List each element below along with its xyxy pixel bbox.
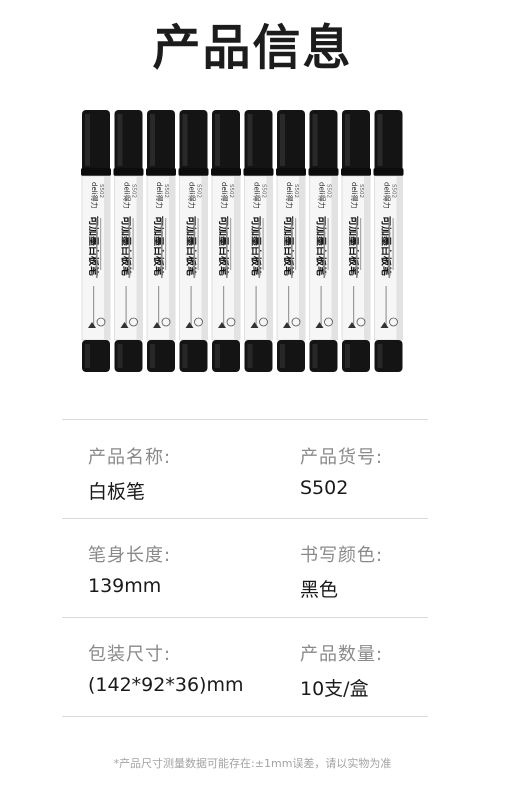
spec-product-name: 产品名称: 白板笔 [88,443,171,504]
footnote: *产品尺寸测量数据可能存在:±1mm误差，请以实物为准 [113,757,392,770]
spec-label: 产品名称: [88,447,172,468]
spec-value: (142*92*36)mm [88,674,244,696]
svg-text:deli得力: deli得力 [90,182,99,209]
spec-value: S502 [300,477,349,499]
spec-label: 产品数量: [300,644,384,665]
svg-text:可加墨白板笔: 可加墨白板笔 [120,216,133,276]
marker-pen: deli得力 S502 可加墨白板笔 [81,110,111,372]
divider [62,617,428,618]
marker-pen: deli得力 S502 可加墨白板笔 [211,110,241,372]
svg-text:S502: S502 [293,184,299,198]
spec-value: 黑色 [300,579,339,601]
svg-text:可加墨白板笔: 可加墨白板笔 [347,216,360,276]
svg-text:deli得力: deli得力 [220,182,229,209]
svg-text:deli得力: deli得力 [350,182,359,209]
svg-text:deli得力: deli得力 [188,182,197,209]
svg-text:S502: S502 [261,184,267,198]
spec-ink-color: 书写颜色: 黑色 [300,541,383,602]
spec-item-number: 产品货号: S502 [300,443,383,499]
svg-text:可加墨白板笔: 可加墨白板笔 [87,216,100,276]
svg-text:deli得力: deli得力 [123,182,132,209]
spec-quantity: 产品数量: 10支/盒 [300,640,383,701]
svg-text:S502: S502 [228,184,234,198]
spec-label: 产品货号: [300,447,384,468]
svg-text:可加墨白板笔: 可加墨白板笔 [152,216,165,276]
svg-text:S502: S502 [131,184,137,198]
marker-pen: deli得力 S502 可加墨白板笔 [373,110,404,372]
spec-value: 10支/盒 [300,678,369,700]
spec-pen-length: 笔身长度: 139mm [88,541,171,597]
svg-text:可加墨白板笔: 可加墨白板笔 [185,216,198,276]
svg-text:S502: S502 [163,184,169,198]
spec-value: 白板笔 [88,481,146,503]
marker-pen: deli得力 S502 可加墨白板笔 [308,110,339,372]
marker-pen: deli得力 S502 可加墨白板笔 [243,110,274,372]
spec-label: 笔身长度: [88,545,172,566]
svg-text:S502: S502 [326,184,332,198]
spec-label: 包装尺寸: [88,644,172,665]
spec-package-size: 包装尺寸: (142*92*36)mm [88,640,243,696]
svg-text:S502: S502 [391,184,397,198]
svg-text:deli得力: deli得力 [383,182,392,209]
svg-text:deli得力: deli得力 [155,182,164,209]
svg-text:S502: S502 [98,184,104,198]
marker-pen: deli得力 S502 可加墨白板笔 [178,110,209,372]
product-image: deli得力 S502可加墨白板笔deli得力 S502可加墨白板笔deli得力 S5… [81,110,404,372]
marker-pen: deli得力 S502 可加墨白板笔 [113,110,144,372]
svg-text:deli得力: deli得力 [318,182,327,209]
spec-value: 139mm [88,575,162,597]
marker-pen: deli得力 S502 可加墨白板笔 [146,110,176,372]
svg-text:deli得力: deli得力 [253,182,262,209]
svg-text:可加墨白板笔: 可加墨白板笔 [217,216,230,276]
marker-pen: deli得力 S502 可加墨白板笔 [276,110,306,372]
svg-text:可加墨白板笔: 可加墨白板笔 [250,216,263,276]
divider [62,716,428,717]
svg-text:S502: S502 [358,184,364,198]
divider [62,419,428,420]
svg-text:deli得力: deli得力 [285,182,294,209]
svg-text:可加墨白板笔: 可加墨白板笔 [380,216,393,276]
divider [62,518,428,519]
spec-label: 书写颜色: [300,545,384,566]
svg-text:可加墨白板笔: 可加墨白板笔 [282,216,295,276]
svg-text:可加墨白板笔: 可加墨白板笔 [315,216,328,276]
svg-text:S502: S502 [196,184,202,198]
marker-pen: deli得力 S502 可加墨白板笔 [341,110,371,372]
page-title: 产品信息 [152,20,353,76]
